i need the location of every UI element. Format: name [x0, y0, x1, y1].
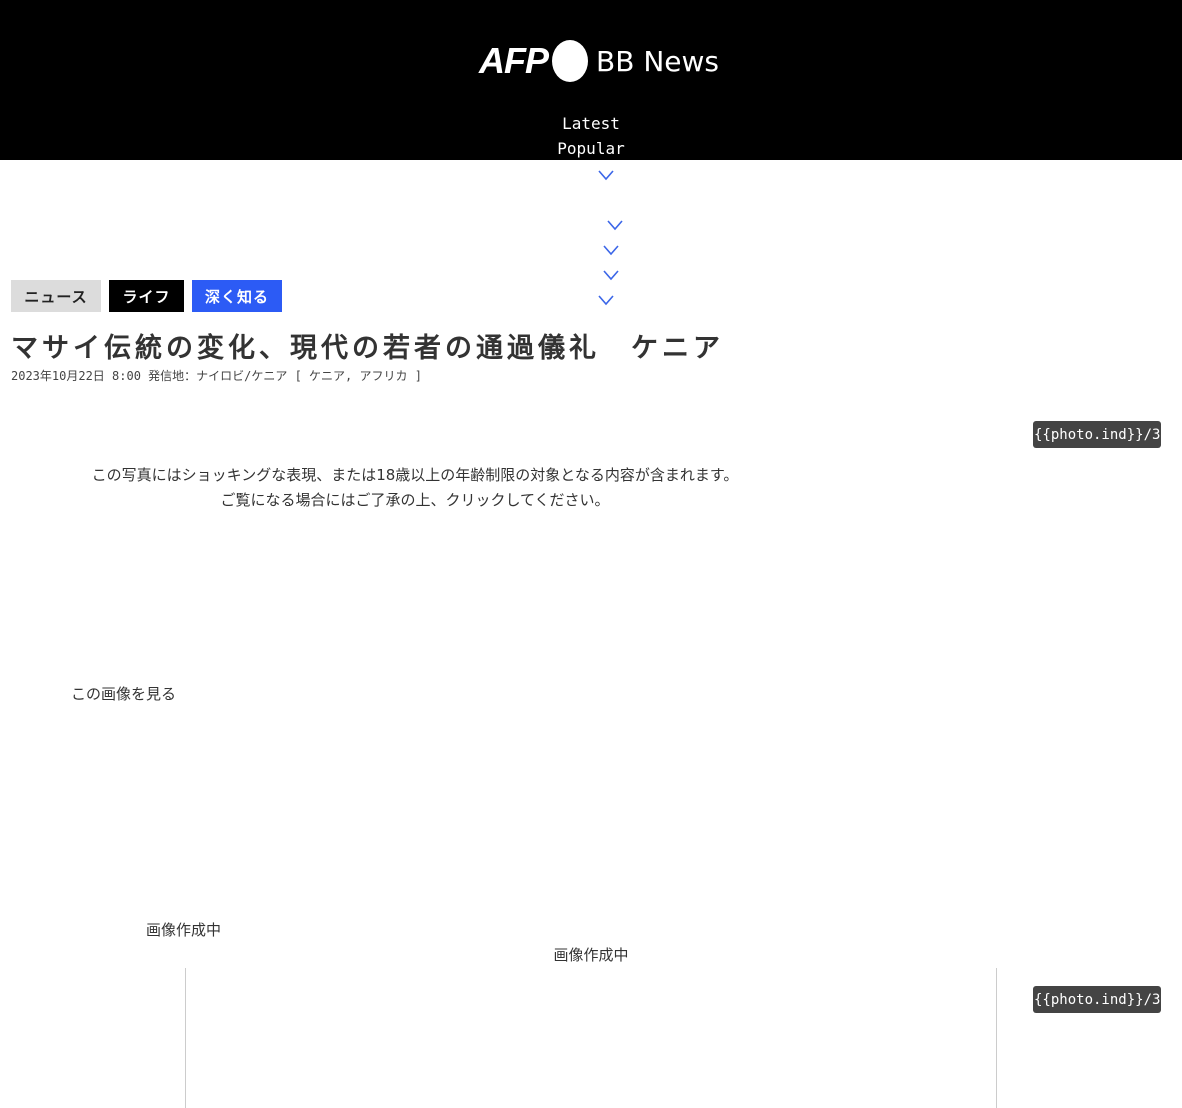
- nav-latest[interactable]: Latest: [0, 114, 1182, 133]
- image-frame-left-border: [185, 968, 186, 1108]
- logo-bb-text: BB News: [596, 44, 719, 78]
- view-image-label: この画像を見る: [71, 685, 177, 703]
- chevron-down-icon[interactable]: [598, 169, 614, 181]
- nav-popular[interactable]: Popular: [0, 139, 1182, 158]
- tag-news[interactable]: ニュース: [11, 280, 101, 312]
- warning-line-1: この写真にはショッキングな表現、または18歳以上の年齢制限の対象となる内容が含ま…: [91, 466, 739, 484]
- article-title: マサイ伝統の変化、現代の若者の通過儀礼 ケニア: [11, 333, 724, 364]
- view-image-link[interactable]: この画像を見る: [71, 683, 176, 704]
- afpbb-logo[interactable]: AFP BB News: [479, 38, 719, 84]
- photo-counter: {{photo.ind}}/31: [1033, 421, 1161, 448]
- article-meta: 2023年10月22日 8:00 発信地：ナイロビ/ケニア [ ケニア, アフリ…: [11, 369, 422, 383]
- site-header: AFP BB News Latest Popular: [0, 0, 1182, 160]
- chevron-down-icon[interactable]: [598, 294, 614, 306]
- logo-afp-text: AFP: [479, 40, 549, 81]
- tag-deep[interactable]: 深く知る: [192, 280, 282, 312]
- logo-dot-icon: [552, 40, 588, 82]
- chevron-down-icon[interactable]: [603, 269, 619, 281]
- chevron-down-icon[interactable]: [607, 219, 623, 231]
- chevron-down-icon[interactable]: [603, 244, 619, 256]
- photo-counter: {{photo.ind}}/31: [1033, 986, 1161, 1013]
- image-generating-text: 画像作成中: [146, 921, 222, 939]
- warning-line-2: ご覧になる場合にはご了承の上、クリックしてください。: [220, 491, 610, 509]
- tag-life[interactable]: ライフ: [109, 280, 184, 312]
- content-warning: この写真にはショッキングな表現、または18歳以上の年齢制限の対象となる内容が含ま…: [64, 463, 766, 513]
- image-generating-text: 画像作成中: [553, 946, 629, 964]
- image-frame-right-border: [996, 968, 997, 1108]
